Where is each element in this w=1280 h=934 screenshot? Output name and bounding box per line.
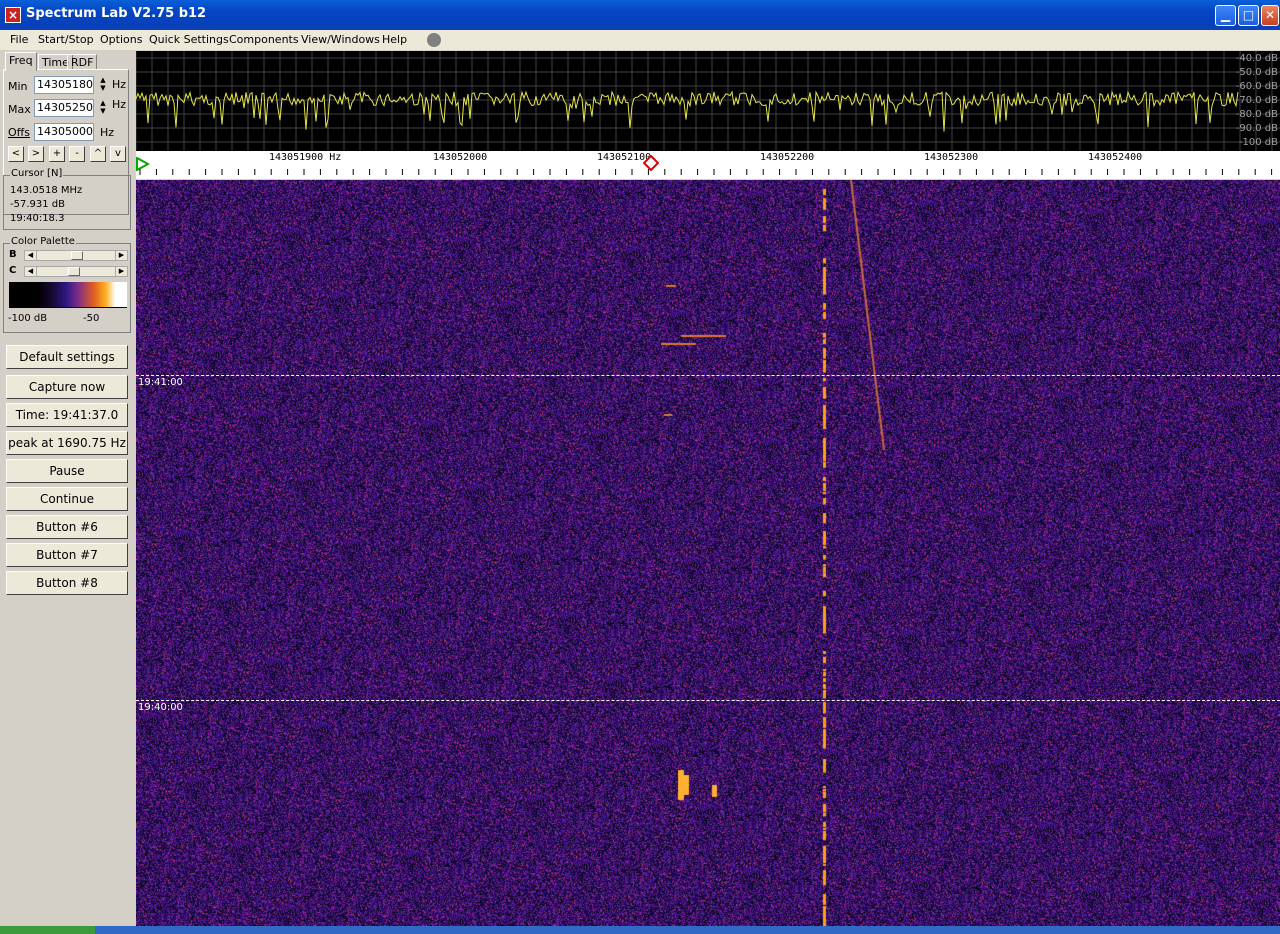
offset-frequency-input[interactable]: 143050000 (34, 123, 94, 141)
color-palette-bar (9, 282, 127, 307)
cursor-frequency: 143.0518 MHz (10, 185, 83, 196)
menu-start-stop[interactable]: Start/Stop (38, 33, 94, 46)
contrast-thumb[interactable] (67, 267, 80, 276)
zoom-out-button[interactable]: - (69, 146, 85, 162)
time-marker-line (136, 375, 1280, 376)
min-frequency-input[interactable]: 143051800 (34, 76, 94, 94)
continue-button[interactable]: Continue (6, 487, 128, 511)
default-settings-button[interactable]: Default settings (6, 345, 128, 369)
max-label: Max (8, 103, 31, 116)
db-label: -90.0 dB (1235, 123, 1278, 134)
freq-tick-label: 143052000 (433, 152, 488, 163)
cursor-group: Cursor [N] 143.0518 MHz -57.931 dB 19:40… (3, 168, 131, 230)
slider-right-icon[interactable]: ▶ (115, 267, 127, 276)
db-label: -70.0 dB (1235, 95, 1278, 106)
menu-help[interactable]: Help (382, 33, 407, 46)
pause-button[interactable]: Pause (6, 459, 128, 483)
tab-rdf[interactable]: RDF (67, 54, 98, 70)
zoom-in-button[interactable]: + (49, 146, 65, 162)
frequency-scale[interactable]: 143051900 Hz 143052000 143052100 1430522… (136, 151, 1280, 179)
freq-ticks (139, 169, 1273, 175)
palette-mid-label: -50 (83, 313, 100, 324)
waterfall-display[interactable]: 19:41:00 19:40:00 (136, 180, 1280, 926)
color-palette-group: Color Palette B ◀ ▶ C ◀ ▶ -100 dB -50 (3, 236, 131, 333)
menu-options[interactable]: Options (100, 33, 142, 46)
max-spinner[interactable]: ▲ ▼ (96, 99, 110, 115)
db-label: -60.0 dB (1235, 81, 1278, 92)
max-unit: Hz (112, 98, 127, 111)
offs-unit: Hz (100, 126, 115, 139)
db-label: -100 dB (1238, 137, 1278, 148)
freq-tick-label: 143052200 (760, 152, 815, 163)
waterfall-canvas (136, 180, 1280, 926)
window-title: Spectrum Lab V2.75 b12 (26, 6, 207, 21)
max-frequency-input[interactable]: 143052500 (34, 99, 94, 117)
start-button[interactable] (0, 926, 95, 934)
shift-left-button[interactable]: < (8, 146, 24, 162)
menu-view-windows[interactable]: View/Windows (301, 33, 380, 46)
peak-button[interactable]: peak at 1690.75 Hz (6, 431, 128, 455)
contrast-slider[interactable]: ◀ ▶ (24, 266, 128, 277)
close-icon[interactable]: ✕ (1261, 5, 1279, 26)
button-6[interactable]: Button #6 (6, 515, 128, 539)
color-palette-title: Color Palette (10, 236, 76, 247)
spectrum-display[interactable]: -40.0 dB -50.0 dB -60.0 dB -70.0 dB -80.… (136, 51, 1280, 151)
freq-tick-label: 143051900 Hz (269, 152, 342, 163)
min-label: Min (8, 80, 28, 93)
min-unit: Hz (112, 78, 127, 91)
contrast-label: C (9, 265, 17, 276)
slider-left-icon[interactable]: ◀ (25, 251, 37, 260)
db-scale: -40.0 dB -50.0 dB -60.0 dB -70.0 dB -80.… (1232, 51, 1278, 151)
db-label: -80.0 dB (1235, 109, 1278, 120)
menu-quick-settings[interactable]: Quick Settings (149, 33, 229, 46)
tab-freq[interactable]: Freq (5, 52, 37, 71)
brightness-label: B (9, 249, 17, 260)
time-marker-label: 19:40:00 (138, 702, 183, 713)
status-indicator-icon[interactable] (427, 33, 441, 47)
cursor-title: Cursor [N] (10, 168, 64, 179)
minimize-icon[interactable]: ▁ (1215, 5, 1236, 26)
db-label: -50.0 dB (1235, 67, 1278, 78)
time-button[interactable]: Time: 19:41:37.0 (6, 403, 128, 427)
palette-min-label: -100 dB (8, 313, 48, 324)
freq-tick-label: 143052400 (1088, 152, 1143, 163)
brightness-thumb[interactable] (71, 251, 83, 260)
min-spinner[interactable]: ▲ ▼ (96, 76, 110, 92)
slider-right-icon[interactable]: ▶ (115, 251, 127, 260)
maximize-icon[interactable]: □ (1238, 5, 1259, 26)
app-logo-icon[interactable]: × (5, 7, 21, 23)
time-marker-label: 19:41:00 (138, 377, 183, 388)
cursor-time: 19:40:18.3 (10, 213, 65, 224)
scroll-down-button[interactable]: v (110, 146, 126, 162)
shift-right-button[interactable]: > (28, 146, 44, 162)
db-label: -40.0 dB (1235, 53, 1278, 64)
taskbar (0, 926, 1280, 934)
offs-label: Offs (8, 126, 30, 139)
control-panel: Freq Time RDF Min 143051800 ▲ ▼ Hz Max 14… (0, 50, 133, 934)
capture-now-button[interactable]: Capture now (6, 375, 128, 399)
scroll-up-button[interactable]: ^ (90, 146, 106, 162)
button-8[interactable]: Button #8 (6, 571, 128, 595)
slider-left-icon[interactable]: ◀ (25, 267, 37, 276)
menu-bar: File Start/Stop Options Quick Settings C… (0, 30, 1280, 50)
time-marker-line (136, 700, 1280, 701)
menu-file[interactable]: File (10, 33, 28, 46)
title-bar: × Spectrum Lab V2.75 b12 ▁ □ ✕ (0, 0, 1280, 30)
brightness-slider[interactable]: ◀ ▶ (24, 250, 128, 261)
freq-tick-label: 143052300 (924, 152, 979, 163)
menu-components[interactable]: Components (229, 33, 299, 46)
spectrum-graph (136, 51, 1280, 151)
cursor-level: -57.931 dB (10, 199, 65, 210)
button-7[interactable]: Button #7 (6, 543, 128, 567)
